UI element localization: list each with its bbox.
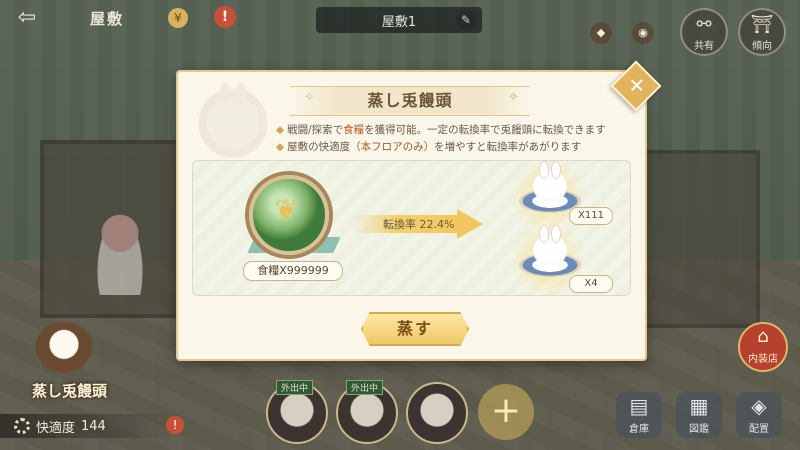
conversion-panel: ❦ 食糧X999999 転換率 22.4% X111 X4 [192,160,631,296]
dialog-description: ◆ 戦闘/探索で食糧を獲得可能。一定の転換率で兎饅頭に転換できます ◆ 屋敷の快適度… [276,122,631,156]
small-bun-quantity: X111 [569,207,613,225]
alert-icon[interactable]: ! [214,6,236,28]
title-sparkle-icon: ✧ [508,90,519,105]
character-slot-3[interactable] [406,382,468,444]
bun-icon [533,225,567,265]
floor-label: 屋敷1 [381,14,417,30]
diamond-bullet-icon: ◆ [276,141,285,153]
comfort-bar[interactable]: 快適度 144 ! [0,414,184,438]
bun-icon [533,161,567,201]
slot-status-tag: 外出中 [346,380,384,395]
comfort-value: 144 [81,418,106,434]
desc-text: を増やすと転換率があがります [434,141,582,153]
catalog-icon: ▦ [689,394,709,418]
cat-icon[interactable]: ◆ [590,22,612,44]
catalog-label: 図鑑 [689,424,709,435]
comfort-alert-icon[interactable]: ! [166,416,184,434]
back-button[interactable]: ⇦ [10,6,44,30]
layout-icon: ◈ [751,394,767,418]
trend-label: 傾向 [752,41,772,52]
shop-icon: ⌂ [757,326,769,347]
dialog-title: 蒸し兎饅頭 [290,86,530,116]
floor-selector[interactable]: 屋敷1 ✎ [316,7,482,33]
shop-label: 内装店 [748,354,778,365]
share-icon: ⚯ [696,14,712,35]
share-label: 共有 [694,41,714,52]
arrow-head-icon [457,209,483,239]
storage-label: 倉庫 [629,424,649,435]
trend-button[interactable]: ⛩ 傾向 [738,8,786,56]
steam-bun-dialog: ✧ 蒸し兎饅頭 ✧ ✕ ◆戦闘/探索で食糧を獲得可能。一定の転換率で兎饅頭に転換… [176,60,662,361]
rabbit-bun-decoration-icon [198,82,268,158]
desc-text: 戦闘/探索で [287,124,344,136]
layout-label: 配置 [749,424,769,435]
desc-text: 屋敷の快適度 [287,141,351,153]
storage-icon: ▤ [629,394,649,418]
food-quantity-label: 食糧X999999 [243,261,343,281]
conversion-arrow: 転換率 22.4% [353,209,485,239]
left-item-name: 蒸し兎饅頭 [32,382,108,400]
large-bun-plate-icon[interactable] [519,225,581,281]
diamond-bullet-icon: ◆ [276,124,285,136]
comfort-icon [14,418,30,434]
comfort-label: 快適度 [36,420,76,436]
coin-icon[interactable]: ¥ [168,8,188,28]
large-bun-quantity: X4 [569,275,613,293]
desc-highlight-food: 食糧 [343,124,365,136]
character-slot-1[interactable]: 外出中 [266,380,328,444]
torii-icon: ⛩ [750,14,774,35]
house-label: 屋敷 [90,10,125,28]
steam-button[interactable]: 蒸す [361,312,469,346]
character-slot-2[interactable]: 外出中 [336,380,398,444]
interior-shop-button[interactable]: ⌂ 内装店 [738,322,788,372]
eye-icon[interactable]: ◉ [632,22,654,44]
layout-button[interactable]: ◈ 配置 [736,392,782,438]
catalog-button[interactable]: ▦ 図鑑 [676,392,722,438]
storage-button[interactable]: ▤ 倉庫 [616,392,662,438]
top-bar: ⇦ 屋敷 ¥ ! 屋敷1 ✎ ◆ ◉ ⚯ 共有 ⛩ 傾向 [0,0,800,56]
desc-text: を獲得可能。一定の転換率で兎饅頭に転換できます [364,124,606,136]
desc-highlight-floor: （本フロアのみ） [350,141,435,153]
description-line-1: ◆ 戦闘/探索で食糧を獲得可能。一定の転換率で兎饅頭に転換できます [276,122,631,139]
description-line-2: ◆ 屋敷の快適度（本フロアのみ）を増やすと転換率があがります [276,139,631,156]
wheat-icon: ❦ [275,193,299,226]
share-button[interactable]: ⚯ 共有 [680,8,728,56]
conversion-rate-label: 転換率 22.4% [383,218,455,231]
slot-status-tag: 外出中 [276,380,314,395]
close-icon: ✕ [628,73,646,98]
add-character-button[interactable]: + [478,384,534,440]
food-wheat-icon[interactable]: ❦ [249,175,329,255]
bun-portrait-icon[interactable] [34,322,94,378]
edit-icon[interactable]: ✎ [456,10,476,30]
